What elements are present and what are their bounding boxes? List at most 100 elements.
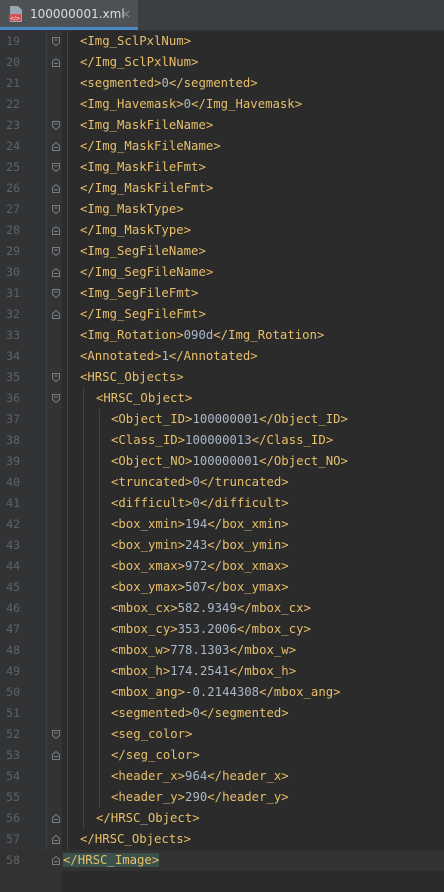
fold-end-marker-icon[interactable] <box>52 814 60 823</box>
indent-guide <box>83 577 84 598</box>
fold-marker-icon[interactable] <box>52 394 60 403</box>
xml-tag: <box_ymax> <box>111 580 186 594</box>
fold-marker-icon[interactable] <box>52 373 60 382</box>
fold-end-marker-icon[interactable] <box>52 268 60 277</box>
xml-tag: </header_y> <box>207 790 289 804</box>
indent-guide <box>83 451 84 472</box>
code-text: <box_xmin>194</box_xmin> <box>111 514 289 535</box>
xml-tag: <Img_SegFileFmt> <box>80 286 199 300</box>
indent-guide <box>99 787 100 808</box>
indent-guide <box>99 598 100 619</box>
line-number: 48 <box>6 643 20 657</box>
fold-end-marker-icon[interactable] <box>52 310 60 319</box>
xml-tag: </box_xmin> <box>207 517 289 531</box>
xml-tag: </mbox_h> <box>229 664 297 678</box>
code-text: <Img_SegFileFmt> <box>80 283 198 304</box>
xml-value: 100000001 <box>192 412 260 426</box>
line-number: 37 <box>6 412 20 426</box>
fold-end-marker-icon[interactable] <box>52 226 60 235</box>
xml-tag: </Object_NO> <box>259 454 348 468</box>
indent-guide <box>99 535 100 556</box>
code-text: </HRSC_Object> <box>96 808 200 829</box>
xml-tag: </box_xmax> <box>207 559 289 573</box>
xml-tag: </Annotated> <box>168 349 258 363</box>
code-text: <mbox_cy>353.2006</mbox_cy> <box>111 619 311 640</box>
xml-value: 1 <box>161 349 169 363</box>
xml-tag: </segmented> <box>168 76 258 90</box>
fold-marker-icon[interactable] <box>52 163 60 172</box>
line-number: 43 <box>6 538 20 552</box>
indent-guide <box>83 745 84 766</box>
xml-value: 0 <box>161 76 169 90</box>
fold-end-marker-icon[interactable] <box>52 835 60 844</box>
line-number: 58 <box>6 853 20 867</box>
line-number: 42 <box>6 517 20 531</box>
indent-guide <box>99 514 100 535</box>
line-number: 49 <box>6 664 20 678</box>
xml-tag: </mbox_cy> <box>236 622 311 636</box>
xml-value: 778.1303 <box>170 643 230 657</box>
line-number: 30 <box>6 265 20 279</box>
xml-value: 0 <box>192 706 200 720</box>
line-number: 50 <box>6 685 20 699</box>
line-number: 19 <box>6 34 20 48</box>
line-number: 22 <box>6 97 20 111</box>
xml-tag: <Img_SegFileName> <box>80 244 206 258</box>
fold-marker-icon[interactable] <box>52 247 60 256</box>
line-number: 34 <box>6 349 20 363</box>
xml-tag: </difficult> <box>199 496 289 510</box>
fold-end-marker-icon[interactable] <box>52 184 60 193</box>
line-number: 23 <box>6 118 20 132</box>
xml-tag: <mbox_ang> <box>111 685 186 699</box>
indent-guide <box>83 472 84 493</box>
xml-tag: <Annotated> <box>80 349 162 363</box>
xml-tag: <Img_Rotation> <box>80 328 184 342</box>
code-text: <mbox_cx>582.9349</mbox_cx> <box>111 598 311 619</box>
xml-value: 174.2541 <box>170 664 230 678</box>
line-number: 47 <box>6 622 20 636</box>
code-text: <header_y>290</header_y> <box>111 787 289 808</box>
line-number: 41 <box>6 496 20 510</box>
fold-marker-icon[interactable] <box>52 730 60 739</box>
xml-tag: <header_y> <box>111 790 186 804</box>
xml-tag: <mbox_cy> <box>111 622 178 636</box>
fold-marker-icon[interactable] <box>52 289 60 298</box>
line-number: 44 <box>6 559 20 573</box>
xml-value: 0 <box>192 496 200 510</box>
xml-tag: <mbox_h> <box>111 664 171 678</box>
fold-marker-icon[interactable] <box>52 121 60 130</box>
fold-end-marker-icon[interactable] <box>52 856 60 865</box>
xml-tag: <box_xmin> <box>111 517 186 531</box>
xml-tag: <HRSC_Objects> <box>80 370 184 384</box>
fold-end-marker-icon[interactable] <box>52 751 60 760</box>
indent-guide <box>83 409 84 430</box>
fold-end-marker-icon[interactable] <box>52 142 60 151</box>
code-text: <difficult>0</difficult> <box>111 493 289 514</box>
xml-value: 964 <box>185 769 208 783</box>
code-text: <box_ymax>507</box_ymax> <box>111 577 289 598</box>
indent-guide <box>83 766 84 787</box>
line-number: 40 <box>6 475 20 489</box>
xml-tag: <Img_SclPxlNum> <box>80 34 192 48</box>
indent-guide <box>99 766 100 787</box>
xml-tag: </HRSC_Object> <box>96 811 200 825</box>
indent-guide <box>67 31 68 850</box>
code-line[interactable]: 58 </HRSC_Image> <box>0 850 444 871</box>
xml-tag: <box_xmax> <box>111 559 186 573</box>
fold-marker-icon[interactable] <box>52 37 60 46</box>
xml-tag: <segmented> <box>111 706 193 720</box>
xml-tag: </HRSC_Objects> <box>80 832 192 846</box>
code-text: <segmented>0</segmented> <box>111 703 289 724</box>
code-text: </Img_MaskType> <box>80 220 191 241</box>
fold-end-marker-icon[interactable] <box>52 58 60 67</box>
indent-guide <box>99 430 100 451</box>
indent-guide <box>99 724 100 745</box>
indent-guide <box>83 493 84 514</box>
code-text: <mbox_h>174.2541</mbox_h> <box>111 661 296 682</box>
indent-guide <box>83 661 84 682</box>
line-number: 38 <box>6 433 20 447</box>
fold-marker-icon[interactable] <box>52 205 60 214</box>
indent-guide <box>99 493 100 514</box>
code-text: <Object_ID>100000001</Object_ID> <box>111 409 348 430</box>
code-line-partial <box>0 17 444 31</box>
